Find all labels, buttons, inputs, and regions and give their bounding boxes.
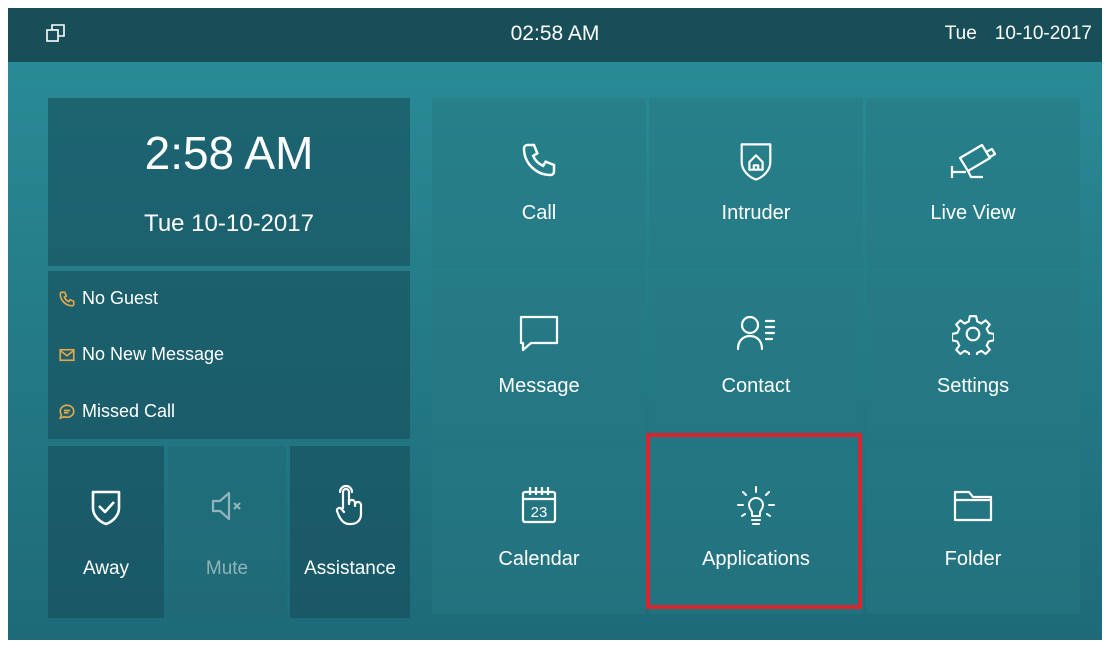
clock-date: Tue 10-10-2017 — [144, 210, 314, 237]
assistance-button[interactable]: Assistance — [290, 446, 410, 618]
chat-bubble-icon — [58, 403, 75, 419]
app-contact-label: Contact — [721, 375, 791, 397]
notification-guest-label: No Guest — [82, 288, 159, 308]
app-calendar[interactable]: 23 Calendar — [432, 444, 646, 614]
app-call-label: Call — [521, 202, 557, 224]
app-calendar-label: Calendar — [498, 548, 580, 570]
app-call[interactable]: Call — [432, 98, 646, 268]
clock-panel: 2:58 AM Tue 10-10-2017 — [48, 98, 410, 266]
assistance-label: Assistance — [304, 558, 396, 579]
away-label: Away — [82, 558, 130, 579]
status-bar: 02:58 AM Tue 10-10-2017 — [8, 8, 1102, 62]
app-message[interactable]: Message — [432, 271, 646, 441]
shield-check-icon — [91, 490, 121, 526]
camera-icon — [950, 143, 997, 179]
away-button[interactable]: Away — [48, 446, 164, 618]
shield-home-icon — [740, 143, 772, 181]
status-time: 02:58 AM — [510, 22, 600, 45]
clock-time: 2:58 AM — [144, 127, 314, 179]
app-intruder[interactable]: Intruder — [649, 98, 863, 268]
folder-icon — [953, 490, 993, 522]
intercom-home-screen: 02:58 AM Tue 10-10-2017 2:58 AM Tue 10-10… — [8, 8, 1102, 640]
notification-message-label: No New Message — [82, 344, 225, 364]
notification-missed-call[interactable]: Missed Call — [58, 401, 175, 422]
app-intruder-label: Intruder — [721, 202, 791, 224]
app-live-view[interactable]: Live View — [866, 98, 1080, 268]
app-settings[interactable]: Settings — [866, 271, 1080, 441]
app-contact[interactable]: Contact — [649, 271, 863, 441]
status-date-value: 10-10-2017 — [994, 23, 1092, 44]
app-live-view-label: Live View — [930, 202, 1016, 224]
status-day: Tue — [944, 23, 977, 44]
status-date: Tue 10-10-2017 — [945, 23, 1092, 45]
app-folder-label: Folder — [944, 548, 1002, 570]
speaker-mute-icon — [211, 491, 241, 521]
phone-icon — [59, 290, 75, 307]
calendar-icon: 23 — [521, 487, 557, 524]
calendar-day-number: 23 — [531, 504, 548, 521]
app-message-label: Message — [498, 375, 580, 397]
mute-button[interactable]: Mute — [168, 446, 286, 618]
app-folder[interactable]: Folder — [866, 444, 1080, 614]
notification-missed-call-label: Missed Call — [82, 401, 176, 421]
message-icon — [519, 315, 559, 352]
phone-icon — [522, 143, 556, 177]
notification-message[interactable]: No New Message — [58, 344, 224, 365]
envelope-icon — [59, 348, 75, 361]
pointing-hand-icon — [335, 484, 363, 526]
gear-icon — [952, 315, 994, 355]
notifications-panel: No Guest No New Message Missed Call — [48, 271, 410, 439]
contact-icon — [736, 315, 776, 351]
applications-highlight-box — [646, 433, 862, 609]
app-settings-label: Settings — [936, 375, 1010, 397]
notification-guest[interactable]: No Guest — [58, 288, 158, 309]
mute-label: Mute — [205, 558, 249, 579]
